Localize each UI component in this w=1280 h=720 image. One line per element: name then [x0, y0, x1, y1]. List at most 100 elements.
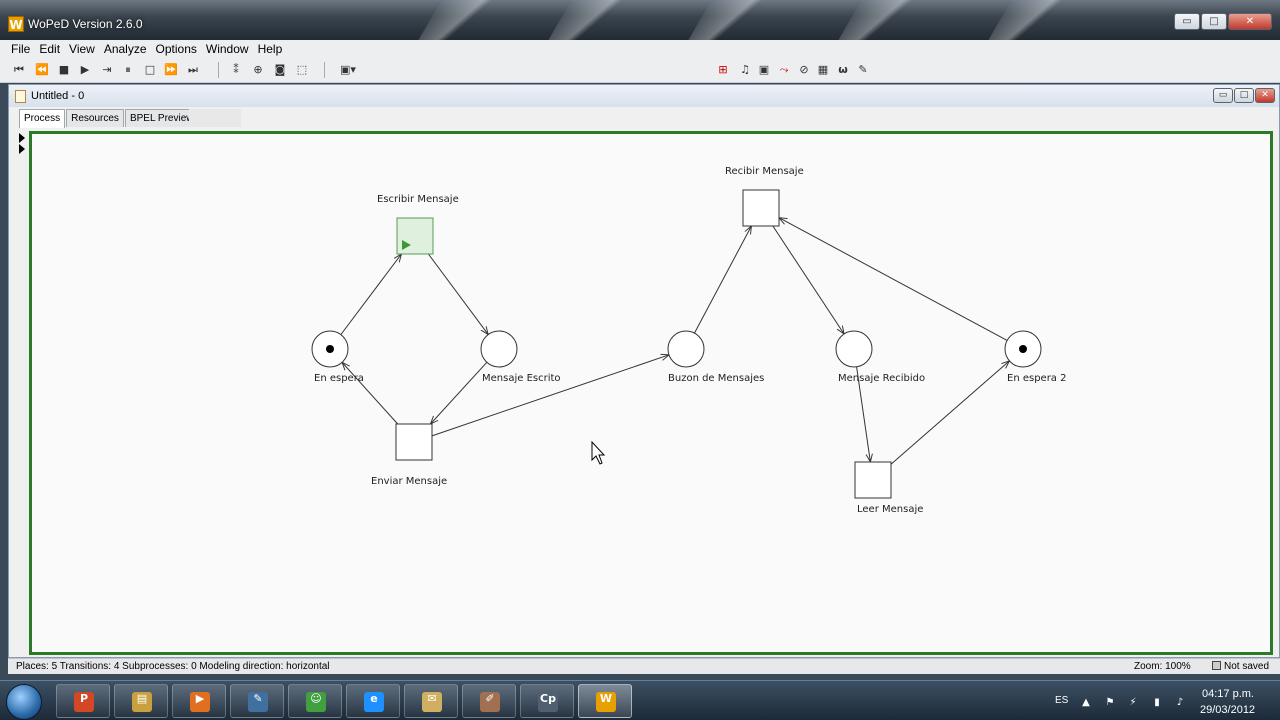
transition-t2[interactable] — [395, 423, 433, 461]
transition-label: Leer Mensaje — [857, 504, 923, 515]
footprints-icon[interactable]: ⁑ — [229, 63, 243, 77]
save-icon — [1212, 661, 1221, 670]
clock-date[interactable]: 29/03/2012 — [1200, 704, 1255, 716]
arc-p3-t3[interactable] — [694, 226, 751, 334]
title-decoration — [418, 0, 512, 40]
taskbar-app-media[interactable]: ▶ — [172, 684, 226, 718]
maximize-button[interactable]: □ — [1201, 13, 1227, 30]
arc-t2-p3[interactable] — [431, 355, 669, 437]
coverability-icon[interactable]: ⊞ — [716, 63, 730, 77]
signal-icon[interactable]: ▮ — [1151, 697, 1163, 709]
tray-expand-icon[interactable]: ▲ — [1080, 697, 1092, 709]
language-indicator[interactable]: ES — [1055, 695, 1068, 706]
save-status: Not saved — [1212, 661, 1269, 672]
select-icon[interactable]: ⬚ — [295, 63, 309, 77]
tab-bpel-preview[interactable]: BPEL Preview — [124, 109, 199, 127]
taskbar-app-explorer[interactable]: ▤ — [114, 684, 168, 718]
menu-window[interactable]: Window — [203, 40, 252, 59]
network-icon[interactable]: ⚑ — [1104, 697, 1116, 709]
internet-explorer-icon: e — [364, 692, 384, 712]
volume-icon[interactable]: ♪ — [1174, 697, 1186, 709]
start-button[interactable] — [6, 684, 42, 720]
place-p4[interactable] — [835, 330, 873, 368]
taskbar-app-captivate[interactable]: Cp — [520, 684, 574, 718]
toolbar: ⏮ ⏪ ■ ▶ ⇥ ⏸ □ ⏩ ⏭ ⁑ ⊕ ◙ ⬚ ▣▾ ⊞ ♫ ▣ ⤳ ⊘ ▦… — [0, 59, 1280, 83]
net-maximize-button[interactable]: □ — [1234, 88, 1254, 103]
arc-p2-t2[interactable] — [430, 361, 488, 424]
screen-icon[interactable]: ▣ — [757, 63, 771, 77]
tool-icon: ✎ — [248, 692, 268, 712]
net-window-titlebar: Untitled - 0 ▭ □ ✕ — [9, 85, 1279, 107]
paint-icon[interactable]: ✎ — [856, 63, 870, 77]
arc-t3-p4[interactable] — [772, 225, 844, 334]
film-icon[interactable]: ▦ — [816, 63, 830, 77]
toolbar-separator — [218, 62, 219, 78]
arc-p1-t1[interactable] — [340, 254, 402, 335]
taskbar-app-tool[interactable]: ✎ — [230, 684, 284, 718]
pause-icon[interactable]: ⏸ — [121, 63, 135, 77]
arc-t1-p2[interactable] — [427, 253, 488, 335]
transition-t3[interactable] — [742, 189, 780, 227]
media-icon: ▶ — [190, 692, 210, 712]
bell-icon[interactable]: ♫ — [738, 63, 752, 77]
menu-bar: File Edit View Analyze Options Window He… — [0, 40, 1280, 59]
place-p3[interactable] — [667, 330, 705, 368]
minimize-button[interactable]: ▭ — [1174, 13, 1200, 30]
token-p1 — [326, 345, 334, 353]
taskbar-app-messenger[interactable]: ☺ — [288, 684, 342, 718]
title-decoration — [988, 0, 1082, 40]
menu-options[interactable]: Options — [153, 40, 200, 59]
menu-file[interactable]: File — [8, 40, 33, 59]
taskbar-app-internet-explorer[interactable]: e — [346, 684, 400, 718]
rewind-icon[interactable]: ⏪ — [35, 63, 49, 77]
expand-arrow-icon[interactable] — [19, 133, 25, 143]
tab-bar: Process Resources BPEL Preview — [19, 109, 199, 128]
window-controls: ▭ □ ✕ — [1174, 13, 1272, 30]
title-decoration — [548, 0, 642, 40]
tab-resources[interactable]: Resources — [66, 109, 124, 127]
taskbar-app-paint[interactable]: ✐ — [462, 684, 516, 718]
step-icon[interactable]: ⇥ — [100, 63, 114, 77]
taskbar-app-woped[interactable]: W — [578, 684, 632, 718]
transition-t4[interactable] — [854, 461, 892, 499]
window-title: WoPeD Version 2.6.0 — [28, 17, 143, 31]
place-p2[interactable] — [480, 330, 518, 368]
taskbar-app-powerpoint[interactable]: P — [56, 684, 110, 718]
captivate-icon: Cp — [538, 692, 558, 712]
net-minimize-button[interactable]: ▭ — [1213, 88, 1233, 103]
zoom-icon[interactable]: ⊕ — [251, 63, 265, 77]
quantitative-icon[interactable]: ⊘ — [797, 63, 811, 77]
last-icon[interactable]: ⏭ — [186, 63, 200, 77]
menu-edit[interactable]: Edit — [36, 40, 63, 59]
net-window-title: Untitled - 0 — [31, 90, 85, 102]
clock-time[interactable]: 04:17 p.m. — [1202, 688, 1254, 700]
title-decoration — [688, 0, 782, 40]
transition-label: Enviar Mensaje — [371, 476, 447, 487]
graph-icon[interactable]: ⤳ — [777, 63, 791, 77]
fast-forward-icon[interactable]: ⏩ — [164, 63, 178, 77]
omega-icon[interactable]: ω — [836, 63, 850, 77]
token-icon[interactable]: ◙ — [273, 63, 287, 77]
menu-help[interactable]: Help — [255, 40, 286, 59]
tool-icon[interactable]: ▣▾ — [337, 63, 359, 77]
explorer-icon: ▤ — [132, 692, 152, 712]
menu-analyze[interactable]: Analyze — [101, 40, 150, 59]
petri-net-diagram[interactable]: En espera Mensaje Escrito Buzon de Mensaje… — [32, 134, 1270, 652]
play-icon[interactable]: ▶ — [78, 63, 92, 77]
stop-icon[interactable]: ■ — [57, 63, 71, 77]
title-bar: W WoPeD Version 2.6.0 ▭ □ ✕ — [0, 0, 1280, 40]
first-icon[interactable]: ⏮ — [12, 63, 26, 77]
petri-net-canvas[interactable]: En espera Mensaje Escrito Buzon de Mensaje… — [29, 131, 1273, 655]
tab-process[interactable]: Process — [19, 109, 66, 128]
power-icon[interactable]: ⚡ — [1127, 697, 1139, 709]
expand-arrow-icon[interactable] — [19, 144, 25, 154]
arc-p5-t3[interactable] — [779, 218, 1008, 341]
stop-square-icon[interactable]: □ — [143, 63, 157, 77]
taskbar-app-notes[interactable]: ✉ — [404, 684, 458, 718]
close-button[interactable]: ✕ — [1228, 13, 1272, 30]
taskbar: P ▤ ▶ ✎ ☺ e ✉ ✐ Cp W ES ▲ ⚑ ⚡ ▮ ♪ 04:17 p.m. 29/0… — [0, 680, 1280, 720]
arc-t2-p1[interactable] — [342, 362, 399, 425]
net-close-button[interactable]: ✕ — [1255, 88, 1275, 103]
menu-view[interactable]: View — [66, 40, 98, 59]
side-panel-toggle[interactable] — [19, 133, 27, 155]
